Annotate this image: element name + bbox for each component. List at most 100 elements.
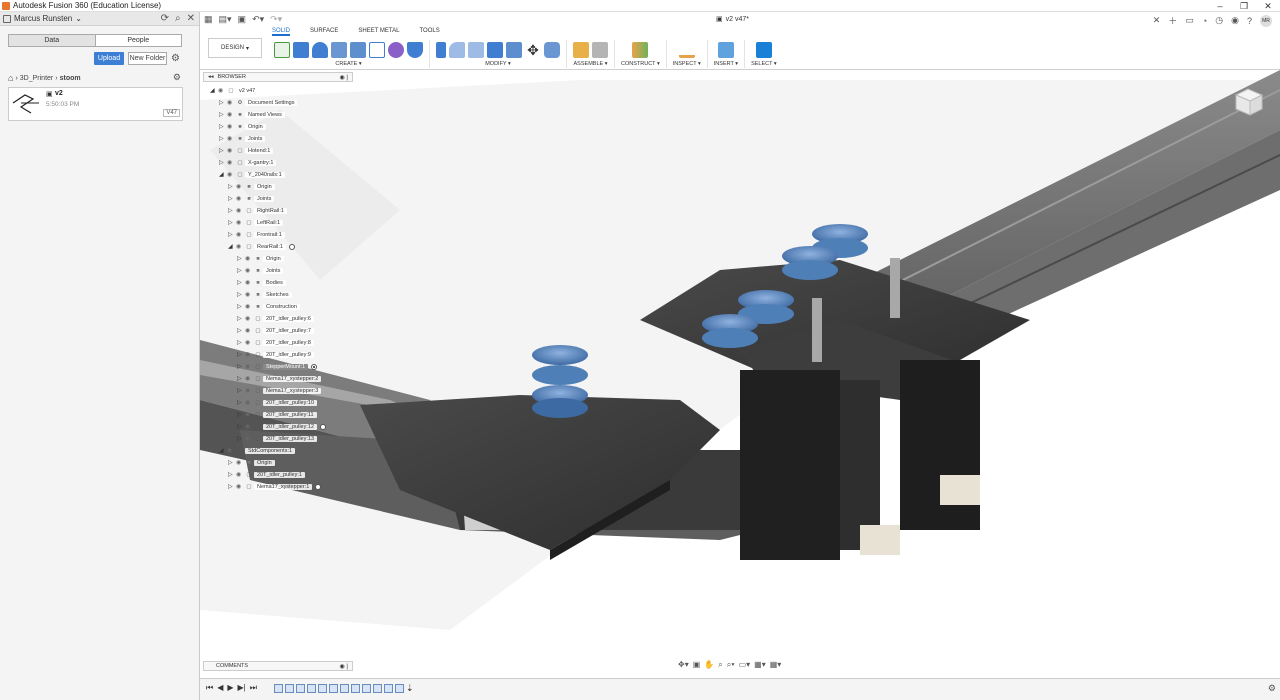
expanded-arrow-icon[interactable]: ◢ — [228, 243, 236, 250]
collapsed-arrow-icon[interactable]: ▷ — [219, 99, 227, 106]
play-icon[interactable]: ▶ — [227, 683, 233, 693]
minimize-button[interactable]: – — [1208, 0, 1232, 12]
go-to-start-icon[interactable]: ⏮ — [206, 683, 213, 693]
visibility-eye-icon[interactable]: ◉ — [245, 352, 253, 358]
clock-icon[interactable]: ◷ — [1215, 15, 1223, 26]
collapsed-arrow-icon[interactable]: ▷ — [237, 351, 245, 358]
collapsed-arrow-icon[interactable]: ▷ — [219, 159, 227, 166]
collapsed-arrow-icon[interactable]: ▷ — [237, 255, 245, 262]
collapsed-arrow-icon[interactable]: ▷ — [219, 111, 227, 118]
collapsed-arrow-icon[interactable]: ▷ — [237, 267, 245, 274]
save-icon[interactable]: ▣ — [238, 14, 247, 25]
collapsed-arrow-icon[interactable]: ▷ — [237, 423, 245, 430]
visibility-eye-icon[interactable]: ◉ — [245, 268, 253, 274]
browser-node-x-gantry-1[interactable]: ▷ ◉ ▢ X-gantry:1 — [219, 158, 277, 167]
browser-node-nema17-xystepper-2[interactable]: ▷ ◉ ▢ Nema17_xystepper:2 — [237, 374, 322, 383]
assemble-menu[interactable]: ASSEMBLE ▾ — [574, 61, 608, 67]
combine-icon[interactable] — [506, 42, 522, 58]
browser-node-v2-v47[interactable]: ◢ ◉ ▢ v2 v47 — [210, 86, 259, 95]
collapse-icon[interactable]: ◂◂ — [208, 74, 214, 80]
browser-node-leftrail-1[interactable]: ▷ ◉ ▢ LeftRail:1 — [228, 218, 284, 227]
activate-component-radio[interactable] — [320, 423, 327, 430]
upload-button[interactable]: Upload — [94, 52, 124, 65]
visibility-eye-icon[interactable]: ◉ — [236, 196, 244, 202]
move-icon[interactable]: ✥ — [525, 42, 541, 58]
form-icon[interactable] — [388, 42, 404, 58]
browser-node-20t-idler-pulley-7[interactable]: ▷ ◉ ▢ 20T_idler_pulley:7 — [237, 326, 314, 335]
display-settings-icon[interactable]: ▭▾ — [739, 660, 751, 670]
visibility-eye-icon[interactable]: ◉ — [227, 148, 235, 154]
zoom-icon[interactable]: ⌕ — [718, 660, 722, 670]
construct-menu[interactable]: CONSTRUCT ▾ — [621, 61, 660, 67]
visibility-eye-icon[interactable]: ◉ — [245, 280, 253, 286]
collapsed-arrow-icon[interactable]: ▷ — [237, 375, 245, 382]
collapsed-arrow-icon[interactable]: ▷ — [237, 327, 245, 334]
visibility-eye-icon[interactable]: ◉ — [236, 184, 244, 190]
step-forward-icon[interactable]: ▶| — [238, 683, 246, 693]
browser-node-20t-idler-pulley-13[interactable]: ▷ ◉ ▢ 20T_idler_pulley:13 — [237, 434, 318, 443]
collapsed-arrow-icon[interactable]: ▷ — [228, 207, 236, 214]
visibility-eye-icon[interactable]: ◉ — [227, 124, 235, 130]
expanded-arrow-icon[interactable]: ◢ — [210, 87, 218, 94]
tab-tools[interactable]: TOOLS — [419, 28, 439, 36]
visibility-eye-icon[interactable]: ◉ — [227, 160, 235, 166]
browser-node-20t-idler-pulley-6[interactable]: ▷ ◉ ▢ 20T_idler_pulley:6 — [237, 314, 314, 323]
revolve-icon[interactable] — [312, 42, 328, 58]
orbit-icon[interactable]: ✥▾ — [678, 660, 689, 670]
visibility-eye-icon[interactable]: ◉ — [245, 304, 253, 310]
tab-data[interactable]: Data — [9, 35, 96, 46]
visibility-eye-icon[interactable]: ◉ — [245, 436, 253, 442]
extrude-icon[interactable] — [293, 42, 309, 58]
visibility-eye-icon[interactable]: ◉ — [245, 316, 253, 322]
timeline-feature[interactable] — [318, 684, 327, 693]
offset-plane-icon[interactable] — [632, 42, 649, 58]
measure-icon[interactable] — [678, 42, 695, 58]
file-card[interactable]: ▣ v2 5:50:03 PM V47 — [8, 87, 183, 121]
browser-node-origin[interactable]: ▷ ◉ ■ Origin — [228, 458, 275, 467]
timeline-feature[interactable] — [373, 684, 382, 693]
modify-menu[interactable]: MODIFY ▾ — [485, 61, 511, 67]
search-icon[interactable]: ⌕ — [175, 13, 181, 24]
timeline-feature[interactable] — [329, 684, 338, 693]
browser-node-20t-idler-pulley-12[interactable]: ▷ ◉ ▢ 20T_idler_pulley:12 — [237, 422, 327, 431]
refresh-icon[interactable]: ⟳ — [161, 13, 169, 24]
collapsed-arrow-icon[interactable]: ▷ — [219, 135, 227, 142]
grid-icon[interactable]: ▦ — [204, 14, 213, 25]
press-pull-icon[interactable] — [436, 42, 446, 58]
user-menu[interactable]: Marcus Runsten ⌄ ⟳ ⌕ ✕ — [0, 12, 199, 26]
visibility-eye-icon[interactable]: ◉ — [245, 412, 253, 418]
browser-node-named-views[interactable]: ▷ ◉ ■ Named Views — [219, 110, 285, 119]
visibility-eye-icon[interactable]: ◉ — [227, 100, 235, 106]
fillet-icon[interactable] — [449, 42, 465, 58]
insert-menu[interactable]: INSERT ▾ — [714, 61, 738, 67]
collapsed-arrow-icon[interactable]: ▷ — [237, 411, 245, 418]
tab-people[interactable]: People — [96, 35, 182, 46]
select-menu[interactable]: SELECT ▾ — [751, 61, 777, 67]
pulley-group-corner[interactable] — [532, 345, 588, 418]
browser-node-bodies[interactable]: ▷ ◉ ■ Bodies — [237, 278, 286, 287]
step-back-icon[interactable]: ◀ — [217, 683, 223, 693]
collapsed-arrow-icon[interactable]: ▷ — [237, 399, 245, 406]
close-window-button[interactable]: ✕ — [1256, 0, 1280, 12]
visibility-eye-icon[interactable]: ◉ — [227, 136, 235, 142]
new-tab-icon[interactable]: ＋ — [1168, 14, 1177, 27]
collapsed-arrow-icon[interactable]: ▷ — [237, 435, 245, 442]
timeline-feature[interactable] — [362, 684, 371, 693]
browser-node-20t-idler-pulley-8[interactable]: ▷ ◉ ▢ 20T_idler_pulley:8 — [237, 338, 314, 347]
collapsed-arrow-icon[interactable]: ▷ — [237, 339, 245, 346]
visibility-eye-icon[interactable]: ◉ — [236, 484, 244, 490]
visibility-eye-icon[interactable]: ◉ — [245, 424, 253, 430]
browser-node-20t-idler-pulley-11[interactable]: ▷ ◉ ▢ 20T_idler_pulley:11 — [237, 410, 317, 419]
new-folder-button[interactable]: New Folder — [128, 52, 167, 65]
timeline-feature[interactable] — [307, 684, 316, 693]
document-tab[interactable]: ▣ v2 v47* — [716, 15, 749, 24]
timeline-feature[interactable] — [395, 684, 404, 693]
visibility-eye-icon[interactable]: ◉ — [236, 472, 244, 478]
visibility-eye-icon[interactable]: ◉ — [245, 364, 253, 370]
browser-node-20t-idler-pulley-1[interactable]: ▷ ◉ ▢ 20T_idler_pulley:1 — [228, 470, 305, 479]
collapsed-arrow-icon[interactable]: ▷ — [228, 195, 236, 202]
home-icon[interactable]: ⌂ — [8, 73, 13, 83]
browser-node-nema17-xystepper-1[interactable]: ▷ ◉ ▢ Nema17_xystepper:1 — [228, 482, 322, 491]
browser-node-nema17-xystepper-3[interactable]: ▷ ◉ ▢ Nema17_xystepper:3 — [237, 386, 322, 395]
workspace-switcher[interactable]: DESIGN ▾ — [208, 38, 262, 58]
